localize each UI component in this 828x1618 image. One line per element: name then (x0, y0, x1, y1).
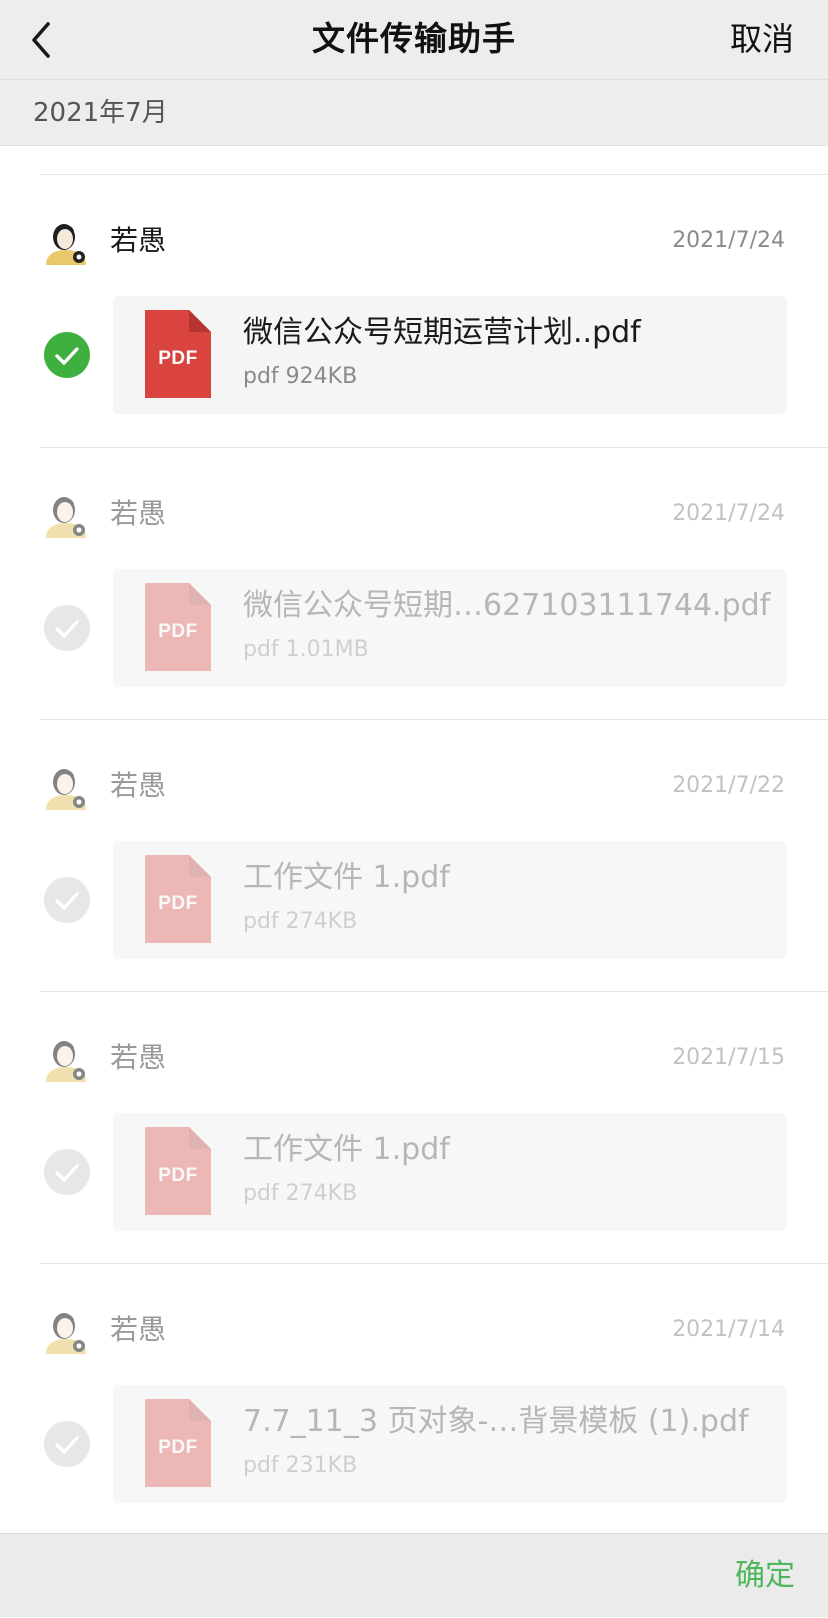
pdf-icon: PDF (145, 1399, 211, 1487)
sender-name: 若愚 (110, 224, 167, 257)
list-item[interactable]: 若愚 2021/7/15 PDF 工作文件 1.pdf pdf 274KB (0, 992, 828, 1264)
month-section-header: 2021年7月 (0, 80, 828, 146)
file-meta: pdf 274KB (243, 1181, 358, 1206)
pdf-icon-label: PDF (158, 1437, 198, 1458)
checkmark-icon (55, 1436, 79, 1454)
message-date: 2021/7/24 (672, 228, 785, 253)
cancel-button[interactable]: 取消 (730, 0, 794, 80)
month-label: 2021年7月 (33, 98, 168, 128)
checkmark-icon (55, 347, 79, 365)
message-date: 2021/7/24 (672, 501, 785, 526)
sender-name: 若愚 (110, 1313, 167, 1346)
avatar (42, 490, 90, 538)
sender-name: 若愚 (110, 769, 167, 802)
file-name: 微信公众号短期运营计划..pdf (243, 315, 641, 350)
avatar (42, 1306, 90, 1354)
pdf-icon-label: PDF (158, 348, 198, 369)
select-checkbox[interactable] (44, 332, 90, 378)
pdf-icon-label: PDF (158, 621, 198, 642)
pdf-icon-label: PDF (158, 1165, 198, 1186)
message-date: 2021/7/22 (672, 773, 785, 798)
file-name: 微信公众号短期…627103111744.pdf (243, 588, 771, 623)
file-card[interactable]: PDF 微信公众号短期…627103111744.pdf pdf 1.01MB (113, 569, 787, 687)
file-meta: pdf 231KB (243, 1453, 358, 1478)
pdf-icon: PDF (145, 583, 211, 671)
checkmark-icon (55, 892, 79, 910)
pdf-icon: PDF (145, 310, 211, 398)
list-item[interactable]: 若愚 2021/7/24 PDF 微信公众号短期运营计划..pdf pdf 92… (0, 175, 828, 447)
sender-name: 若愚 (110, 1041, 167, 1074)
file-meta: pdf 1.01MB (243, 637, 369, 662)
chevron-left-icon (32, 22, 50, 58)
page-title: 文件传输助手 (312, 19, 516, 58)
confirm-button[interactable]: 确定 (735, 1534, 795, 1618)
back-button[interactable] (22, 14, 66, 66)
pdf-icon: PDF (145, 855, 211, 943)
avatar (42, 217, 90, 265)
file-card[interactable]: PDF 工作文件 1.pdf pdf 274KB (113, 1113, 787, 1231)
select-checkbox[interactable] (44, 1149, 90, 1195)
file-name: 7.7_11_3 页对象-…背景模板 (1).pdf (243, 1404, 749, 1439)
nav-bar: 文件传输助手 取消 (0, 0, 828, 80)
sender-name: 若愚 (110, 497, 167, 530)
checkmark-icon (55, 1164, 79, 1182)
list-item[interactable]: 若愚 2021/7/22 PDF 工作文件 1.pdf pdf 274KB (0, 720, 828, 992)
file-meta: pdf 274KB (243, 909, 358, 934)
pdf-icon-label: PDF (158, 893, 198, 914)
message-date: 2021/7/15 (672, 1045, 785, 1070)
message-date: 2021/7/14 (672, 1317, 785, 1342)
list-item[interactable]: 若愚 2021/7/14 PDF 7.7_11_3 页对象-…背景模板 (1).… (0, 1264, 828, 1533)
avatar (42, 762, 90, 810)
checkmark-icon (55, 620, 79, 638)
list-item[interactable]: 若愚 2021/7/24 PDF 微信公众号短期…627103111744.pd… (0, 448, 828, 720)
file-message-list[interactable]: 若愚 2021/7/24 PDF 微信公众号短期运营计划..pdf pdf 92… (0, 146, 828, 1533)
select-checkbox[interactable] (44, 1421, 90, 1467)
file-card[interactable]: PDF 工作文件 1.pdf pdf 274KB (113, 841, 787, 959)
file-name: 工作文件 1.pdf (243, 1132, 450, 1167)
file-card[interactable]: PDF 微信公众号短期运营计划..pdf pdf 924KB (113, 296, 787, 414)
pdf-icon: PDF (145, 1127, 211, 1215)
select-checkbox[interactable] (44, 605, 90, 651)
file-card[interactable]: PDF 7.7_11_3 页对象-…背景模板 (1).pdf pdf 231KB (113, 1385, 787, 1503)
select-checkbox[interactable] (44, 877, 90, 923)
avatar (42, 1034, 90, 1082)
file-meta: pdf 924KB (243, 364, 358, 389)
file-name: 工作文件 1.pdf (243, 860, 450, 895)
bottom-action-bar: 确定 (0, 1533, 828, 1617)
